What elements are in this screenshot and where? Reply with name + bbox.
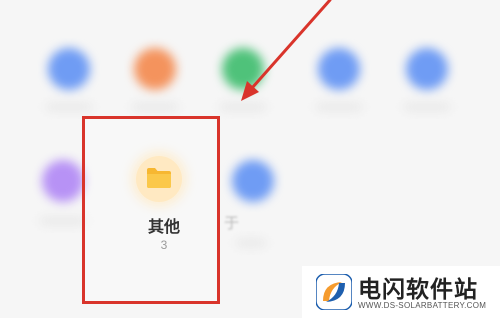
partial-label-text: 于 bbox=[224, 214, 240, 232]
watermark: 电闪软件站 WWW.DS-SOLARBATTERY.COM bbox=[302, 266, 500, 318]
folder-icon bbox=[147, 168, 171, 188]
app-icon-4[interactable] bbox=[318, 48, 360, 90]
folder-item-count: 3 bbox=[160, 238, 168, 252]
site-logo-icon bbox=[316, 274, 352, 310]
folder-label: 其他 bbox=[147, 217, 180, 236]
app-icon-5[interactable] bbox=[406, 48, 448, 90]
app-icon-3[interactable] bbox=[222, 48, 264, 90]
other-folder-tile[interactable] bbox=[82, 116, 220, 304]
app-label-2 bbox=[132, 104, 178, 110]
folder-icon-container[interactable] bbox=[136, 156, 182, 202]
app-label-3 bbox=[220, 104, 266, 110]
app-label-5 bbox=[404, 104, 450, 110]
app-icon-7[interactable] bbox=[232, 160, 274, 202]
app-icon-6[interactable] bbox=[42, 160, 84, 202]
app-icon-1[interactable] bbox=[48, 48, 90, 90]
app-label-6 bbox=[40, 218, 86, 224]
watermark-name: 电闪软件站 bbox=[358, 277, 478, 303]
app-label-1 bbox=[46, 104, 92, 110]
app-label-4 bbox=[316, 104, 362, 110]
watermark-domain: WWW.DS-SOLARBATTERY.COM bbox=[358, 301, 487, 310]
app-icon-2[interactable] bbox=[134, 48, 176, 90]
